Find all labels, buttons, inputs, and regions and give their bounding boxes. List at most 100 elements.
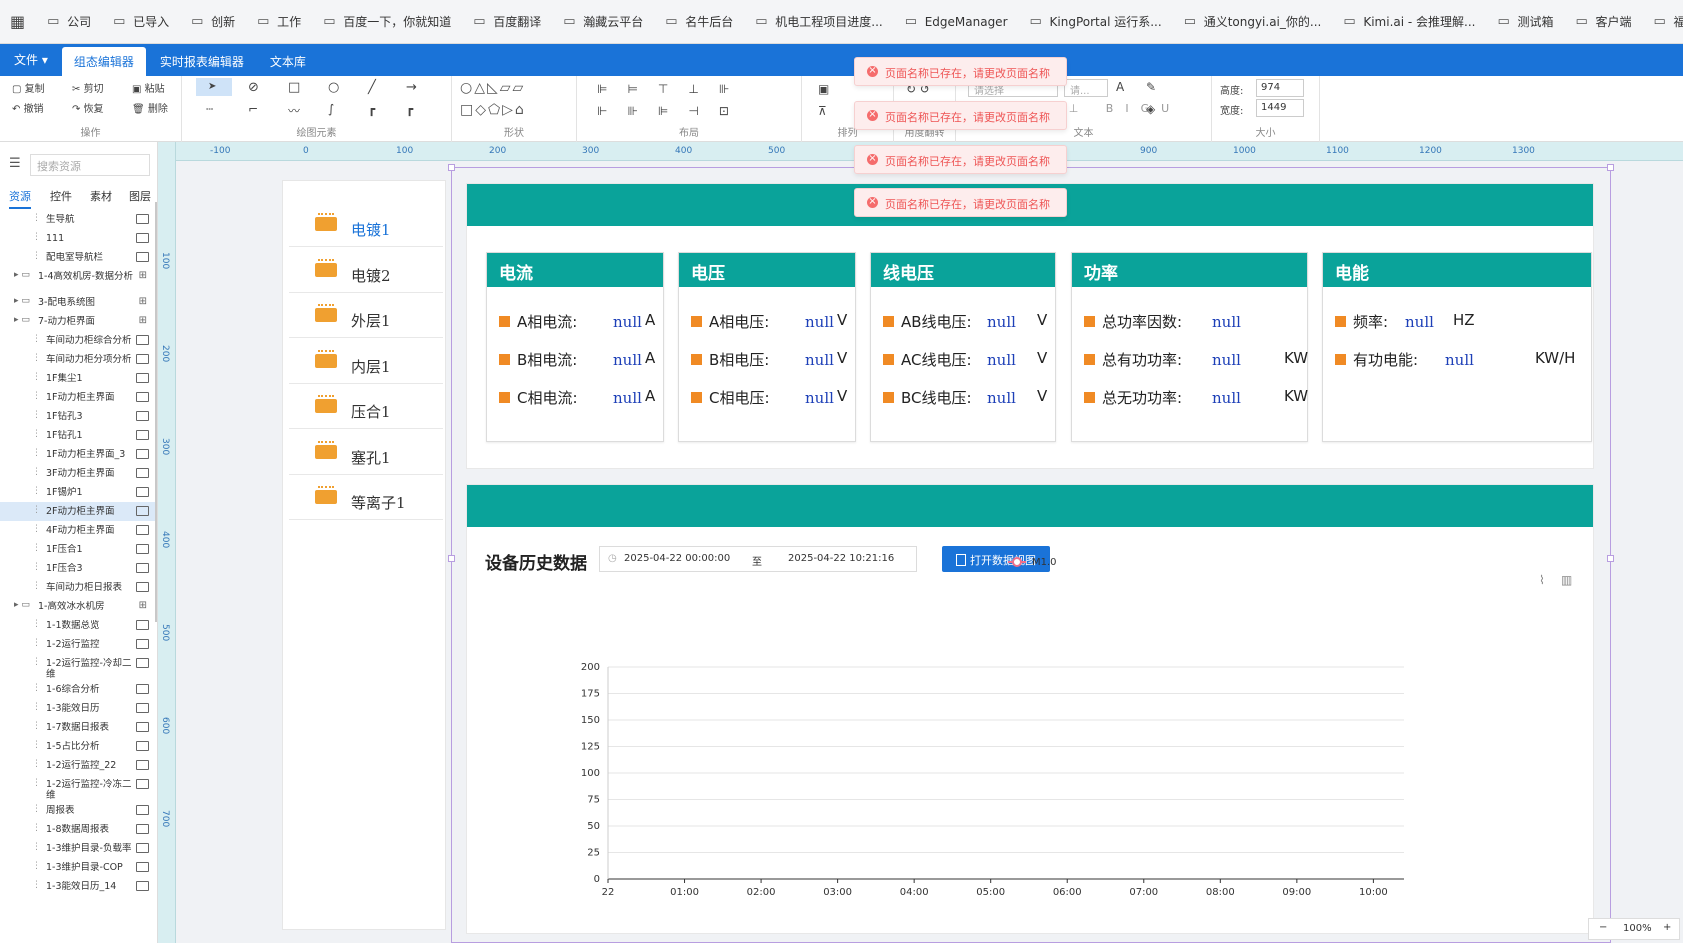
polyline-icon[interactable]: 〰: [288, 102, 300, 119]
resource-search-input[interactable]: 搜索资源: [30, 154, 150, 176]
elbow-arrow-icon[interactable]: ┏: [406, 102, 413, 116]
tree-item[interactable]: 1-3维护目录-COP ⋮: [0, 858, 155, 877]
zoom-out-button[interactable]: −: [1599, 922, 1607, 933]
bookmark-item[interactable]: ▭ 已导入: [113, 13, 169, 30]
tree-item[interactable]: 1-5占比分析 ⋮: [0, 737, 155, 756]
font-size-select[interactable]: 请...: [1064, 79, 1108, 97]
redo-button[interactable]: ↷ 恢复: [72, 100, 104, 115]
monitor-icon[interactable]: [136, 233, 149, 243]
monitor-icon[interactable]: [136, 487, 149, 497]
tree-item[interactable]: 2F动力柜主界面 ⋮: [0, 502, 155, 521]
add-page-icon[interactable]: ⊞: [139, 315, 147, 326]
monitor-icon[interactable]: [136, 252, 149, 262]
drag-handle-icon[interactable]: ⋮: [32, 543, 41, 554]
tree-item[interactable]: 车间动力柜日报表 ⋮: [0, 578, 155, 597]
resize-handle[interactable]: [1607, 164, 1614, 171]
nav-item[interactable]: 等离子1: [289, 476, 443, 520]
align-row1-icon[interactable]: ⊫⊨⊤⊥⊪: [597, 82, 749, 96]
tree-item[interactable]: 1-2运行监控 ⋮: [0, 635, 155, 654]
monitor-icon[interactable]: [136, 658, 149, 668]
tree-item[interactable]: 3F动力柜主界面 ⋮: [0, 464, 155, 483]
drag-handle-icon[interactable]: ⋮: [32, 562, 41, 573]
tree-item[interactable]: 1F钻孔3 ⋮: [0, 407, 155, 426]
monitor-icon[interactable]: [136, 335, 149, 345]
nav-item[interactable]: 压合1: [289, 385, 443, 429]
tree-item[interactable]: 车间动力柜综合分析 ⋮: [0, 331, 155, 350]
crop-icon[interactable]: ⌐: [248, 102, 258, 116]
drag-handle-icon[interactable]: ⋮: [32, 467, 41, 478]
tab-resources[interactable]: 资源: [9, 188, 31, 209]
drag-handle-icon[interactable]: ⋮: [32, 861, 41, 872]
bookmark-item[interactable]: ▭ 百度翻译: [473, 13, 541, 30]
drag-handle-icon[interactable]: ⋮: [32, 804, 41, 815]
bookmark-item[interactable]: ▭ 创新: [191, 13, 235, 30]
shapes-row2-icon[interactable]: □◇⬠▷⌂: [460, 102, 526, 118]
monitor-icon[interactable]: [136, 639, 149, 649]
drag-handle-icon[interactable]: ⋮: [32, 391, 41, 402]
tree-folder[interactable]: 3-配电系统图 ▸ ▭ ⊞: [0, 293, 155, 312]
menu-tab[interactable]: 组态编辑器: [61, 47, 146, 76]
tree-item[interactable]: 1-3能效日历_14 ⋮: [0, 877, 155, 896]
drag-handle-icon[interactable]: ⋮: [32, 429, 41, 440]
drag-handle-icon[interactable]: ⋮: [32, 353, 41, 364]
tree-item[interactable]: 生导航 ⋮: [0, 210, 155, 229]
curve-icon[interactable]: ∫: [328, 102, 334, 116]
align-row2-icon[interactable]: ⊩⊪⊫⊣⊡: [597, 104, 749, 118]
monitor-icon[interactable]: [136, 703, 149, 713]
tree-item[interactable]: 1-1数据总览 ⋮: [0, 616, 155, 635]
bookmark-item[interactable]: ▭ 测试箱: [1497, 13, 1553, 30]
tree-item[interactable]: 111 ⋮: [0, 229, 155, 248]
file-menu[interactable]: 文件 ▾: [0, 51, 62, 76]
tree-folder[interactable]: 1-高效冰水机房 ▸ ▭ ⊞: [0, 597, 155, 616]
monitor-icon[interactable]: [136, 741, 149, 751]
drag-handle-icon[interactable]: ⋮: [32, 505, 41, 516]
monitor-icon[interactable]: [136, 684, 149, 694]
tree-item[interactable]: 1-2运行监控-冷却二维 ⋮: [0, 654, 155, 680]
tree-item[interactable]: 1F动力柜主界面_3 ⋮: [0, 445, 155, 464]
tree-item[interactable]: 1F钻孔1 ⋮: [0, 426, 155, 445]
drag-handle-icon[interactable]: ⋮: [32, 842, 41, 853]
monitor-icon[interactable]: [136, 430, 149, 440]
width-input[interactable]: 1449: [1256, 99, 1304, 117]
tree-item[interactable]: 1-2运行监控_22 ⋮: [0, 756, 155, 775]
monitor-icon[interactable]: [136, 506, 149, 516]
monitor-icon[interactable]: [136, 449, 149, 459]
monitor-icon[interactable]: [136, 582, 149, 592]
resize-handle[interactable]: [1607, 555, 1614, 562]
shapes-row1-icon[interactable]: ○△◺▱▱: [460, 80, 525, 96]
tree-item[interactable]: 周报表 ⋮: [0, 801, 155, 820]
bookmark-item[interactable]: ▭ 百度一下，你就知道: [323, 13, 451, 30]
drag-handle-icon[interactable]: ⋮: [32, 372, 41, 383]
bookmark-item[interactable]: ▭ 客户端: [1576, 13, 1632, 30]
drag-handle-icon[interactable]: ⋮: [32, 251, 41, 262]
height-input[interactable]: 974: [1256, 79, 1304, 97]
paste-button[interactable]: ▣ 粘贴: [132, 80, 165, 95]
tree-item[interactable]: 1-2运行监控-冷冻二维 ⋮: [0, 775, 155, 801]
drag-handle-icon[interactable]: ⋮: [32, 581, 41, 592]
rectangle-icon[interactable]: □: [288, 80, 300, 95]
circle-icon[interactable]: ○: [328, 80, 339, 95]
drag-handle-icon[interactable]: ⋮: [32, 448, 41, 459]
drag-handle-icon[interactable]: ⋮: [32, 486, 41, 497]
tree-item[interactable]: 1F压合1 ⋮: [0, 540, 155, 559]
tree-item[interactable]: 1-7数据日报表 ⋮: [0, 718, 155, 737]
font-color-icon[interactable]: A: [1116, 80, 1124, 94]
monitor-icon[interactable]: [136, 544, 149, 554]
tree-item[interactable]: 1-8数据周报表 ⋮: [0, 820, 155, 839]
tree-folder[interactable]: 7-动力柜界面 ▸ ▭ ⊞: [0, 312, 155, 331]
drag-handle-icon[interactable]: ⋮: [32, 702, 41, 713]
tree-item[interactable]: 4F动力柜主界面 ⋮: [0, 521, 155, 540]
tree-folder[interactable]: 1-4高效机房-数据分析 ▸ ▭ ⊞: [0, 267, 155, 293]
bookmark-item[interactable]: ▭ 瀚藏云平台: [563, 13, 643, 30]
dash-line-icon[interactable]: ┄: [206, 102, 213, 116]
elbow-icon[interactable]: ┏: [368, 102, 375, 116]
tree-item[interactable]: 车间动力柜分项分析 ⋮: [0, 350, 155, 369]
monitor-icon[interactable]: [136, 881, 149, 891]
bookmark-item[interactable]: ▭ 福果: [1654, 13, 1683, 30]
drag-handle-icon[interactable]: ⋮: [32, 683, 41, 694]
ban-icon[interactable]: ⊘: [248, 80, 259, 95]
bookmark-item[interactable]: ▭ 机电工程项目进度...: [755, 13, 882, 30]
monitor-icon[interactable]: [136, 620, 149, 630]
cut-button[interactable]: ✂ 剪切: [72, 80, 104, 95]
monitor-icon[interactable]: [136, 805, 149, 815]
